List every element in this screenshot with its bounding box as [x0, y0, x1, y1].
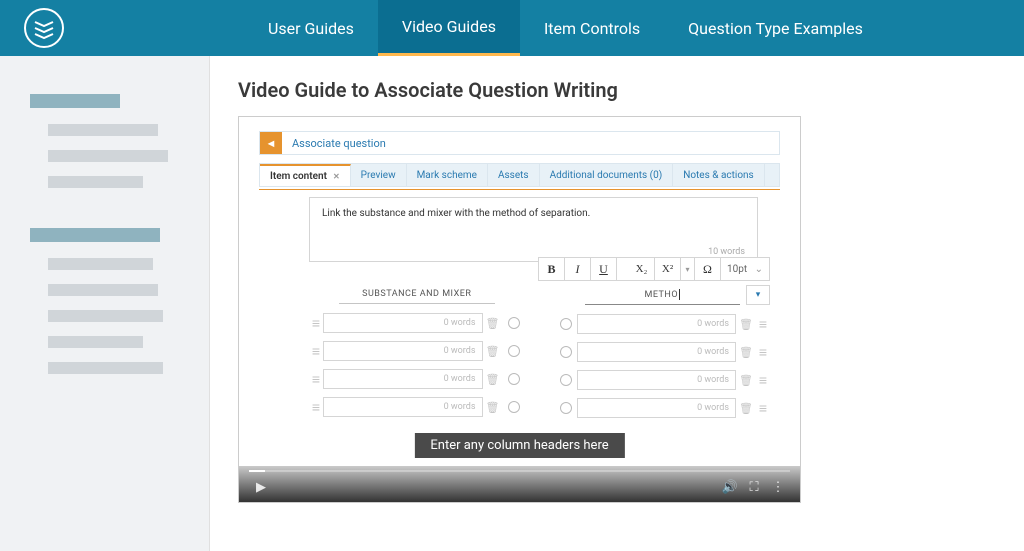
editor-tabs: Item content✕ Preview Mark scheme Assets…: [259, 163, 780, 187]
sidebar-item[interactable]: [48, 310, 163, 322]
radio-button[interactable]: [560, 374, 572, 386]
option-input[interactable]: 0 words: [577, 314, 737, 334]
column-right: METHO 0 words🗑≡ 0 words🗑≡ 0 words🗑≡ 0 wo…: [555, 285, 771, 425]
fontsize-select[interactable]: 10pt: [721, 258, 769, 280]
video-caption: Enter any column headers here: [414, 433, 624, 458]
radio-button[interactable]: [560, 346, 572, 358]
trash-icon[interactable]: 🗑: [486, 373, 500, 386]
column-header-right[interactable]: METHO: [585, 285, 741, 305]
nav-user-guides[interactable]: User Guides: [244, 0, 378, 56]
radio-button[interactable]: [508, 345, 520, 357]
drag-icon[interactable]: ≡: [756, 372, 770, 389]
option-row: 0 words🗑≡: [555, 341, 771, 363]
prompt-text: Link the substance and mixer with the me…: [322, 208, 745, 219]
option-row: ≡0 words🗑: [309, 368, 525, 390]
option-row: ≡0 words🗑: [309, 396, 525, 418]
radio-button[interactable]: [560, 402, 572, 414]
video-player: ◄ Associate question Item content✕ Previ…: [238, 116, 801, 503]
volume-button[interactable]: 🔊: [718, 475, 742, 499]
trash-icon[interactable]: 🗑: [739, 346, 753, 359]
play-button[interactable]: ▶: [249, 475, 273, 499]
video-controls: ▶ 🔊 ⛶ ⋮: [239, 466, 800, 502]
progress-bar[interactable]: [249, 470, 790, 472]
site-logo[interactable]: [24, 8, 64, 48]
main-content: Video Guide to Associate Question Writin…: [210, 56, 1024, 551]
sidebar: [0, 56, 210, 551]
sidebar-item[interactable]: [48, 284, 158, 296]
option-input[interactable]: 0 words: [577, 398, 737, 418]
option-input[interactable]: 0 words: [323, 313, 483, 333]
radio-button[interactable]: [508, 317, 520, 329]
trash-icon[interactable]: 🗑: [739, 374, 753, 387]
fullscreen-button[interactable]: ⛶: [742, 475, 766, 499]
more-button[interactable]: ⋮: [766, 475, 790, 499]
nav-item-controls[interactable]: Item Controls: [520, 0, 664, 56]
drag-icon[interactable]: ≡: [309, 343, 323, 360]
trash-icon[interactable]: 🗑: [486, 401, 500, 414]
option-row: ≡0 words🗑: [309, 340, 525, 362]
trash-icon[interactable]: 🗑: [739, 402, 753, 415]
tab-notes-actions[interactable]: Notes & actions: [673, 164, 765, 186]
column-left: SUBSTANCE AND MIXER ≡0 words🗑 ≡0 words🗑 …: [309, 285, 525, 425]
option-input[interactable]: 0 words: [577, 370, 737, 390]
tab-assets[interactable]: Assets: [488, 164, 540, 186]
site-header: User Guides Video Guides Item Controls Q…: [0, 0, 1024, 56]
omega-button[interactable]: Ω: [695, 258, 721, 280]
drag-icon[interactable]: ≡: [756, 344, 770, 361]
prompt-editor[interactable]: Link the substance and mixer with the me…: [309, 197, 758, 262]
text-toolbar: B I U X₂ X² ▾ Ω 10pt: [538, 257, 770, 281]
radio-button[interactable]: [508, 401, 520, 413]
trash-icon[interactable]: 🗑: [486, 345, 500, 358]
radio-button[interactable]: [508, 373, 520, 385]
option-row: 0 words🗑≡: [555, 369, 771, 391]
column-header-left[interactable]: SUBSTANCE AND MIXER: [339, 285, 495, 304]
tab-preview[interactable]: Preview: [351, 164, 407, 186]
option-input[interactable]: 0 words: [577, 342, 737, 362]
drag-icon[interactable]: ≡: [756, 316, 770, 333]
subscript-button[interactable]: X₂: [629, 258, 655, 280]
sidebar-heading: [30, 228, 160, 242]
drag-icon[interactable]: ≡: [309, 399, 323, 416]
drag-icon[interactable]: ≡: [756, 400, 770, 417]
nav-question-type-examples[interactable]: Question Type Examples: [664, 0, 887, 56]
option-input[interactable]: 0 words: [323, 341, 483, 361]
sidebar-item[interactable]: [48, 336, 143, 348]
superscript-button[interactable]: X²: [655, 258, 681, 280]
trash-icon[interactable]: 🗑: [486, 317, 500, 330]
bold-button[interactable]: B: [539, 258, 565, 280]
trash-icon[interactable]: 🗑: [739, 318, 753, 331]
tab-additional-docs[interactable]: Additional documents (0): [540, 164, 674, 186]
more-button[interactable]: ▾: [681, 258, 695, 280]
sidebar-item[interactable]: [48, 362, 163, 374]
page-title: Video Guide to Associate Question Writin…: [238, 78, 996, 102]
nav-video-guides[interactable]: Video Guides: [378, 0, 520, 56]
option-input[interactable]: 0 words: [323, 369, 483, 389]
main-nav: User Guides Video Guides Item Controls Q…: [244, 0, 887, 56]
radio-button[interactable]: [560, 318, 572, 330]
sidebar-item[interactable]: [48, 150, 168, 162]
drag-icon[interactable]: ≡: [309, 371, 323, 388]
sidebar-item[interactable]: [48, 176, 143, 188]
tab-item-content[interactable]: Item content✕: [260, 164, 351, 186]
back-button[interactable]: ◄: [260, 132, 282, 154]
option-input[interactable]: 0 words: [323, 397, 483, 417]
text-cursor-icon: [679, 289, 680, 300]
word-count: 10 words: [322, 219, 745, 257]
underline-button[interactable]: U: [591, 258, 617, 280]
sidebar-item[interactable]: [48, 124, 158, 136]
tab-mark-scheme[interactable]: Mark scheme: [407, 164, 488, 186]
breadcrumb: ◄ Associate question: [259, 131, 780, 155]
breadcrumb-text[interactable]: Associate question: [282, 137, 386, 150]
italic-button[interactable]: I: [565, 258, 591, 280]
option-row: 0 words🗑≡: [555, 313, 771, 335]
close-icon[interactable]: ✕: [333, 172, 340, 181]
divider: [259, 189, 780, 190]
sidebar-heading: [30, 94, 120, 108]
option-row: ≡0 words🗑: [309, 312, 525, 334]
drag-icon[interactable]: ≡: [309, 315, 323, 332]
option-row: 0 words🗑≡: [555, 397, 771, 419]
sidebar-item[interactable]: [48, 258, 153, 270]
